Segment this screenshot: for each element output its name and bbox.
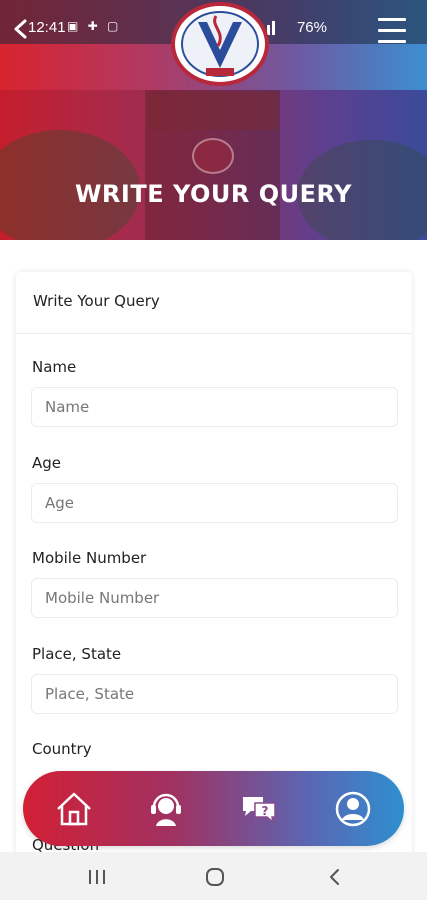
page-banner: WRITE YOUR QUERY [0,90,427,240]
age-input[interactable] [31,483,398,523]
page-title: WRITE YOUR QUERY [74,180,353,208]
battery-level: 76% [296,19,327,36]
mobile-number-label: Mobile Number [32,549,147,567]
home-button-icon[interactable] [203,866,227,888]
svg-text:?: ? [262,804,269,818]
support-agent-icon[interactable] [146,789,186,829]
hamburger-menu-icon[interactable] [378,18,408,48]
banner-building-top [148,92,278,130]
age-label: Age [32,454,62,472]
home-icon[interactable] [54,789,94,829]
mobile-number-input[interactable] [31,578,398,618]
profile-icon[interactable] [333,789,373,829]
place-state-input[interactable] [31,674,398,714]
country-label: Country [32,740,92,758]
university-logo [171,2,269,86]
bottom-navigation: ? [23,771,404,846]
recent-apps-icon[interactable] [85,866,109,888]
banner-emblem [192,138,234,174]
card-title: Write Your Query [33,292,160,310]
notification-icons: ▣ ✚ ▢ [67,19,122,33]
status-time: 12:41 [28,19,66,36]
name-input[interactable] [31,387,398,427]
query-page: 12:41 ▣ ✚ ▢ 76% WRITE YOUR QUERY Write Y… [0,0,427,900]
faq-chat-icon[interactable]: ? [239,789,279,829]
system-back-icon[interactable] [323,866,347,888]
name-label: Name [32,358,77,376]
system-navigation-bar [0,852,427,900]
app-header: 12:41 ▣ ✚ ▢ 76% [0,0,427,90]
card-header: Write Your Query [16,272,412,334]
place-state-label: Place, State [32,645,122,663]
back-arrow-icon[interactable] [12,18,30,40]
